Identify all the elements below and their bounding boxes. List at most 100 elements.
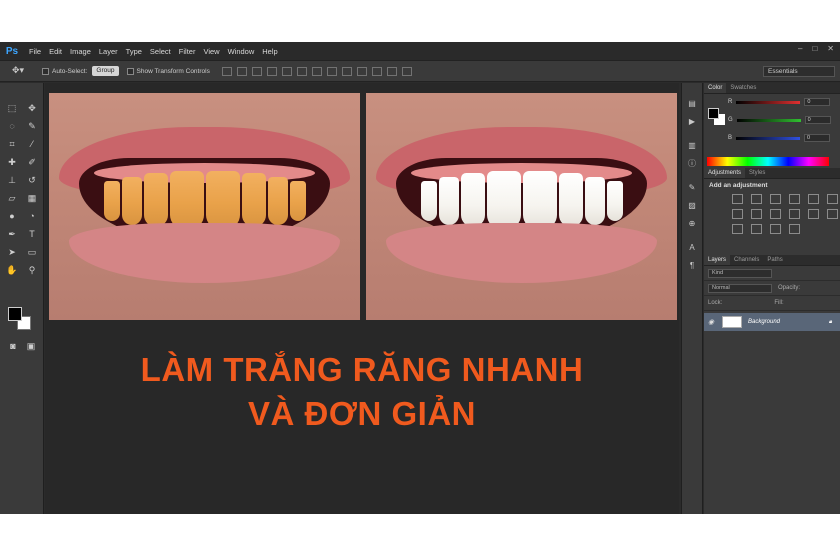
align-hcenter-icon[interactable] <box>281 66 292 76</box>
crop-tool-icon[interactable]: ⌗ <box>4 137 20 151</box>
tab-color[interactable]: Color <box>704 83 727 93</box>
align-top-icon[interactable] <box>221 66 232 76</box>
align-right-icon[interactable] <box>296 66 307 76</box>
slider-r-value[interactable]: 0 <box>804 98 831 106</box>
path-select-tool-icon[interactable]: ➤ <box>4 245 20 259</box>
menu-type[interactable]: Type <box>126 47 142 56</box>
workspace-dropdown[interactable]: Essentials <box>763 66 835 77</box>
menu-edit[interactable]: Edit <box>49 47 62 56</box>
properties-panel-icon[interactable]: ▥ <box>685 139 699 151</box>
dodge-tool-icon[interactable]: ◔ <box>24 209 40 223</box>
tab-styles[interactable]: Styles <box>745 168 769 178</box>
menu-image[interactable]: Image <box>70 47 91 56</box>
slider-b-value[interactable]: 0 <box>804 134 831 142</box>
lasso-tool-icon[interactable]: ◌ <box>4 119 20 133</box>
foreground-color-swatch[interactable] <box>8 307 22 321</box>
posterize-icon[interactable] <box>732 224 743 234</box>
slider-r[interactable]: R 0 <box>728 98 831 106</box>
tab-paths[interactable]: Paths <box>763 255 786 265</box>
curves-icon[interactable] <box>770 194 781 204</box>
align-left-icon[interactable] <box>266 66 277 76</box>
threshold-icon[interactable] <box>751 224 762 234</box>
maximize-button[interactable]: □ <box>812 44 817 53</box>
eyedropper-tool-icon[interactable]: ⁄ <box>24 137 40 151</box>
close-button[interactable]: ✕ <box>827 44 834 53</box>
minimize-button[interactable]: – <box>798 44 802 53</box>
gradient-tool-icon[interactable]: ▦ <box>24 191 40 205</box>
healing-tool-icon[interactable]: ✚ <box>4 155 20 169</box>
menu-help[interactable]: Help <box>262 47 277 56</box>
brush-tool-icon[interactable]: ✐ <box>24 155 40 169</box>
blend-mode-dropdown[interactable]: Normal <box>708 283 772 293</box>
distribute-bottom-icon[interactable] <box>341 66 352 76</box>
photo-filter-icon[interactable] <box>770 209 781 219</box>
invert-icon[interactable] <box>827 209 838 219</box>
brush-panel-icon[interactable]: ✎ <box>685 181 699 193</box>
eye-icon[interactable]: ◉ <box>704 318 718 326</box>
history-panel-icon[interactable]: ▤ <box>685 97 699 109</box>
quick-select-tool-icon[interactable]: ✎ <box>24 119 40 133</box>
menu-file[interactable]: File <box>29 47 41 56</box>
slider-g[interactable]: G 0 <box>728 116 831 124</box>
document-canvas[interactable]: LÀM TRẮNG RĂNG NHANH VÀ ĐƠN GIẢN <box>45 83 679 514</box>
auto-align-icon[interactable] <box>401 66 412 76</box>
menu-layer[interactable]: Layer <box>99 47 118 56</box>
clone-source-icon[interactable]: ⊕ <box>685 217 699 229</box>
screen-mode-icon[interactable]: ▣ <box>23 339 39 353</box>
move-tool-icon[interactable]: ✥ <box>24 101 40 115</box>
tab-channels[interactable]: Channels <box>730 255 763 265</box>
transform-controls-checkbox[interactable]: Show Transform Controls <box>126 67 210 75</box>
layer-kind-dropdown[interactable]: Kind <box>708 268 772 278</box>
stamp-tool-icon[interactable]: ⊥ <box>4 173 20 187</box>
shape-tool-icon[interactable]: ▭ <box>24 245 40 259</box>
type-tool-icon[interactable]: T <box>24 227 40 241</box>
distribute-top-icon[interactable] <box>311 66 322 76</box>
menu-select[interactable]: Select <box>150 47 171 56</box>
blur-tool-icon[interactable]: ● <box>4 209 20 223</box>
auto-select-dropdown[interactable]: Group <box>92 66 119 76</box>
character-panel-icon[interactable]: A <box>685 241 699 253</box>
slider-g-value[interactable]: 0 <box>804 116 831 124</box>
pen-tool-icon[interactable]: ✒ <box>4 227 20 241</box>
distribute-right-icon[interactable] <box>386 66 397 76</box>
auto-select-label: Auto-Select: <box>52 67 88 75</box>
brightness-contrast-icon[interactable] <box>732 194 743 204</box>
menu-filter[interactable]: Filter <box>179 47 196 56</box>
color-lookup-icon[interactable] <box>808 209 819 219</box>
marquee-tool-icon[interactable]: ⬚ <box>4 101 20 115</box>
color-balance-icon[interactable] <box>732 209 743 219</box>
selective-color-icon[interactable] <box>789 224 800 234</box>
color-spectrum[interactable] <box>707 157 829 166</box>
hue-saturation-icon[interactable] <box>827 194 838 204</box>
menu-window[interactable]: Window <box>228 47 255 56</box>
distribute-vcenter-icon[interactable] <box>326 66 337 76</box>
vibrance-icon[interactable] <box>808 194 819 204</box>
quick-mask-icon[interactable]: ◙ <box>5 339 21 353</box>
distribute-left-icon[interactable] <box>356 66 367 76</box>
tab-adjustments[interactable]: Adjustments <box>704 168 746 178</box>
auto-select-checkbox[interactable]: Auto-Select: <box>42 67 88 75</box>
align-bottom-icon[interactable] <box>251 66 262 76</box>
exposure-icon[interactable] <box>789 194 800 204</box>
distribute-hcenter-icon[interactable] <box>371 66 382 76</box>
channel-mixer-icon[interactable] <box>789 209 800 219</box>
hand-tool-icon[interactable]: ✋ <box>4 263 20 277</box>
info-panel-icon[interactable]: ⓘ <box>685 157 699 169</box>
zoom-tool-icon[interactable]: ⚲ <box>24 263 40 277</box>
move-tool-preset-icon[interactable]: ✥▾ <box>12 65 34 77</box>
history-brush-tool-icon[interactable]: ↺ <box>24 173 40 187</box>
tab-swatches[interactable]: Swatches <box>726 83 760 93</box>
slider-b[interactable]: B 0 <box>728 134 831 142</box>
tab-layers[interactable]: Layers <box>704 255 731 265</box>
gradient-map-icon[interactable] <box>770 224 781 234</box>
actions-panel-icon[interactable]: ▶ <box>685 115 699 127</box>
brush-presets-icon[interactable]: ▨ <box>685 199 699 211</box>
eraser-tool-icon[interactable]: ▱ <box>4 191 20 205</box>
menu-view[interactable]: View <box>203 47 219 56</box>
black-white-icon[interactable] <box>751 209 762 219</box>
paragraph-panel-icon[interactable]: ¶ <box>685 259 699 271</box>
align-vcenter-icon[interactable] <box>236 66 247 76</box>
color-fg-swatch[interactable] <box>708 108 719 119</box>
layer-row-background[interactable]: ◉ Background 🔒︎ <box>704 313 840 331</box>
levels-icon[interactable] <box>751 194 762 204</box>
